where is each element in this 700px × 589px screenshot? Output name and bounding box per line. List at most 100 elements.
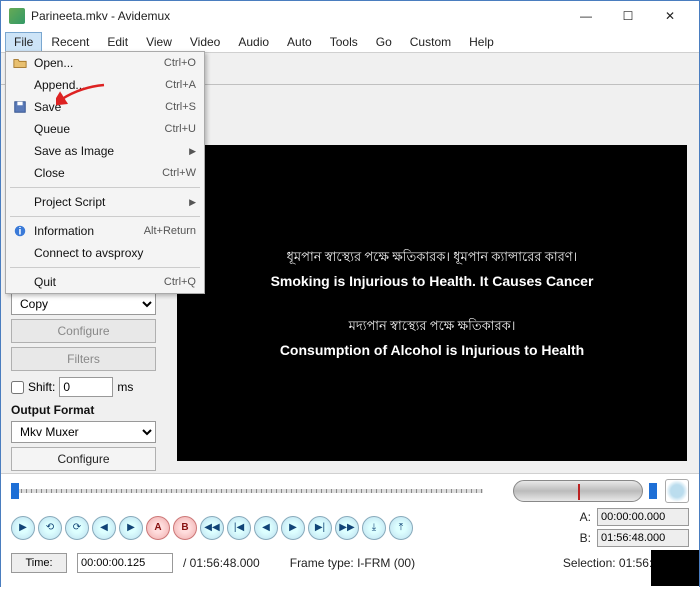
submenu-arrow-icon: ▶: [189, 197, 196, 208]
menu-shortcut: Ctrl+O: [164, 57, 196, 69]
menu-label: Connect to avsproxy: [30, 246, 196, 260]
subtitle-line-en: Smoking is Injurious to Health. It Cause…: [271, 273, 594, 289]
menu-label: Close: [30, 166, 162, 180]
menu-item-avsproxy[interactable]: Connect to avsproxy: [6, 242, 204, 264]
shift-checkbox[interactable]: [11, 381, 24, 394]
video-preview: ধূমপান স্বাস্থ্যের পক্ষে ক্ষতিকারক। ধূমপ…: [177, 145, 687, 461]
go-marker-b-button[interactable]: ⤒: [389, 516, 413, 540]
menu-edit[interactable]: Edit: [98, 32, 137, 52]
menu-custom[interactable]: Custom: [401, 32, 460, 52]
timeline-track[interactable]: [11, 489, 483, 493]
output-muxer-select[interactable]: Mkv Muxer: [11, 421, 156, 443]
menu-shortcut: Alt+Return: [144, 225, 196, 237]
set-marker-b-button[interactable]: B: [173, 516, 197, 540]
set-marker-a-button[interactable]: A: [146, 516, 170, 540]
menu-item-project-script[interactable]: Project Script ▶: [6, 191, 204, 213]
menu-shortcut: Ctrl+Q: [164, 276, 196, 288]
subtitle-line-bn: ধূমপান স্বাস্থ্যের পক্ষে ক্ষতিকারক। ধূমপ…: [271, 248, 594, 269]
shift-value-input[interactable]: [59, 377, 113, 397]
menu-label: Information: [30, 224, 144, 238]
menu-label: Open...: [30, 56, 164, 70]
frame-type-label: Frame type: I-FRM (00): [290, 556, 415, 570]
time-button[interactable]: Time:: [11, 553, 67, 573]
next-keyframe-button[interactable]: ▶: [119, 516, 143, 540]
menu-go[interactable]: Go: [367, 32, 401, 52]
menu-audio[interactable]: Audio: [229, 32, 278, 52]
minimize-button[interactable]: —: [565, 1, 607, 31]
jog-wheel[interactable]: [513, 480, 643, 502]
menu-label: Queue: [30, 122, 165, 136]
menu-item-append[interactable]: Append... Ctrl+A: [6, 74, 204, 96]
output-format-label: Output Format: [11, 403, 163, 417]
app-icon: [9, 8, 25, 24]
timeline: [11, 480, 689, 502]
shift-label: Shift:: [28, 380, 55, 394]
muxer-configure-button[interactable]: Configure: [11, 447, 156, 471]
time-input[interactable]: [77, 553, 173, 573]
menu-item-information[interactable]: i Information Alt+Return: [6, 220, 204, 242]
go-end-button[interactable]: ▶|: [308, 516, 332, 540]
menu-label: Save: [30, 100, 165, 114]
playhead[interactable]: [11, 483, 19, 499]
menu-item-open[interactable]: Open... Ctrl+O: [6, 52, 204, 74]
marker-b-label: B:: [580, 531, 591, 545]
menu-item-close[interactable]: Close Ctrl+W: [6, 162, 204, 184]
menu-separator: [10, 216, 200, 217]
prev-keyframe-button[interactable]: ◀: [92, 516, 116, 540]
file-menu-dropdown: Open... Ctrl+O Append... Ctrl+A Save Ctr…: [5, 51, 205, 294]
menu-help[interactable]: Help: [460, 32, 503, 52]
marker-a-label: A:: [580, 510, 591, 524]
rewind-button[interactable]: ◀◀: [200, 516, 224, 540]
play-button[interactable]: ▶: [11, 516, 35, 540]
menu-separator: [10, 187, 200, 188]
go-start-button[interactable]: |◀: [227, 516, 251, 540]
next-frame-button[interactable]: ⟳: [65, 516, 89, 540]
window-title: Parineeta.mkv - Avidemux: [31, 9, 565, 23]
menu-recent[interactable]: Recent: [42, 32, 98, 52]
menu-file[interactable]: File: [5, 32, 42, 52]
menu-label: Quit: [30, 275, 164, 289]
menu-shortcut: Ctrl+A: [165, 79, 196, 91]
audio-filters-button: Filters: [11, 347, 156, 371]
menu-shortcut: Ctrl+W: [162, 167, 196, 179]
subtitle-line-en: Consumption of Alcohol is Injurious to H…: [280, 342, 584, 358]
maximize-button[interactable]: ☐: [607, 1, 649, 31]
duration-label: / 01:56:48.000: [183, 556, 260, 570]
menu-item-quit[interactable]: Quit Ctrl+Q: [6, 271, 204, 293]
corner-overlay: [651, 550, 699, 586]
audio-configure-button: Configure: [11, 319, 156, 343]
menu-label: Project Script: [30, 195, 189, 209]
menu-auto[interactable]: Auto: [278, 32, 321, 52]
submenu-arrow-icon: ▶: [189, 146, 196, 157]
menu-separator: [10, 267, 200, 268]
title-bar: Parineeta.mkv - Avidemux — ☐ ✕: [1, 1, 699, 31]
menu-item-save-as-image[interactable]: Save as Image ▶: [6, 140, 204, 162]
menu-item-save[interactable]: Save Ctrl+S: [6, 96, 204, 118]
menu-item-queue[interactable]: Queue Ctrl+U: [6, 118, 204, 140]
prev-black-button[interactable]: ◀: [254, 516, 278, 540]
transport-panel: ▶ ⟲ ⟳ ◀ ▶ A B ◀◀ |◀ ◀ ▶ ▶| ▶▶ ⤓ ⤒ A: B: …: [1, 473, 699, 589]
forward-button[interactable]: ▶▶: [335, 516, 359, 540]
svg-text:i: i: [19, 226, 22, 238]
marker-b-value: [597, 529, 689, 547]
menu-label: Save as Image: [30, 144, 189, 158]
preview-toggle-button[interactable]: [665, 479, 689, 503]
menu-video[interactable]: Video: [181, 32, 229, 52]
marker-a-value: [597, 508, 689, 526]
timeline-end-marker: [649, 483, 657, 499]
prev-frame-button[interactable]: ⟲: [38, 516, 62, 540]
close-button[interactable]: ✕: [649, 1, 691, 31]
menu-shortcut: Ctrl+S: [165, 101, 196, 113]
audio-codec-select[interactable]: Copy: [11, 293, 156, 315]
status-row: Time: / 01:56:48.000 Frame type: I-FRM (…: [11, 553, 689, 573]
shift-unit: ms: [117, 380, 133, 394]
folder-open-icon: [10, 56, 30, 70]
menu-tools[interactable]: Tools: [321, 32, 367, 52]
info-icon: i: [10, 224, 30, 238]
next-black-button[interactable]: ▶: [281, 516, 305, 540]
go-marker-a-button[interactable]: ⤓: [362, 516, 386, 540]
disk-save-icon: [10, 100, 30, 114]
menu-label: Append...: [30, 78, 165, 92]
subtitle-line-bn: মদ্যপান স্বাস্থ্যের পক্ষে ক্ষতিকারক।: [280, 317, 584, 338]
menu-view[interactable]: View: [137, 32, 181, 52]
